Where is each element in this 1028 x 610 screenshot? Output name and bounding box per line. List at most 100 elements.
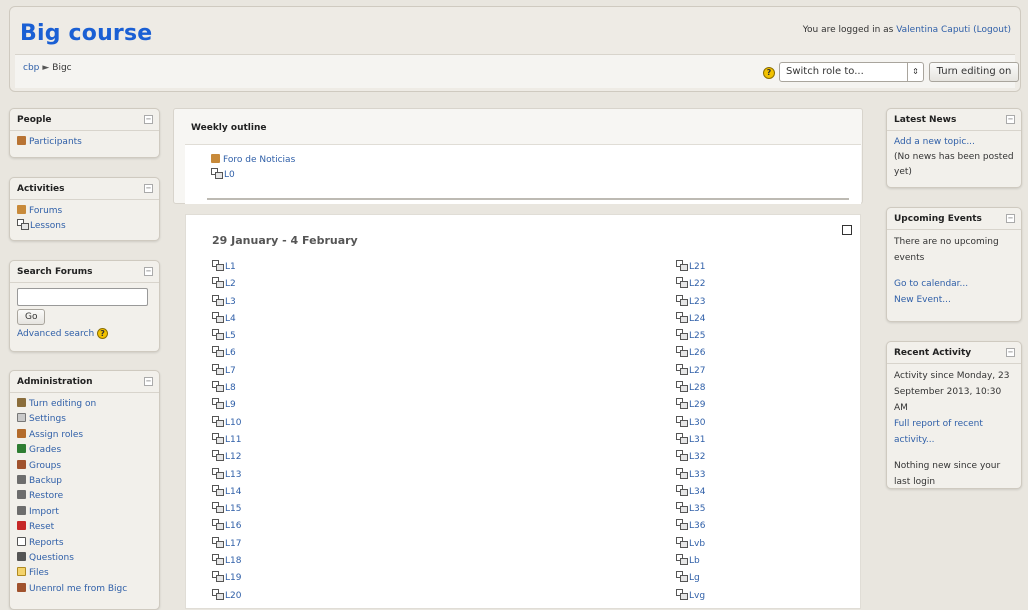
admin-item-reset[interactable]: Reset — [17, 520, 152, 535]
collapse-icon[interactable]: − — [144, 184, 153, 193]
lesson-label: L30 — [689, 417, 706, 428]
lesson-link[interactable]: L21 — [676, 259, 705, 276]
admin-item-turn-editing-on[interactable]: Turn editing on — [17, 397, 152, 412]
lesson-label: L20 — [225, 590, 242, 601]
lesson-link[interactable]: L6 — [212, 345, 241, 362]
lesson-link[interactable]: L36 — [676, 518, 705, 535]
lesson-link[interactable]: L9 — [212, 397, 241, 414]
lesson-link[interactable]: Lb — [676, 553, 705, 570]
lessons-link[interactable]: Lessons — [17, 219, 152, 234]
lesson-link[interactable]: L26 — [676, 345, 705, 362]
participants-link[interactable]: Participants — [17, 135, 152, 150]
lesson-link[interactable]: L19 — [212, 570, 241, 587]
breadcrumb: cbp ► Bigc — [23, 63, 72, 73]
lesson-link-l0[interactable]: L0 — [211, 168, 295, 183]
lesson-link[interactable]: Lvb — [676, 536, 705, 553]
lesson-link[interactable]: L11 — [212, 432, 241, 449]
advanced-search-link[interactable]: Advanced search — [17, 329, 94, 339]
lesson-link[interactable]: L20 — [212, 588, 241, 605]
lesson-link[interactable]: L29 — [676, 397, 705, 414]
lesson-link[interactable]: L4 — [212, 311, 241, 328]
admin-item-groups[interactable]: Groups — [17, 459, 152, 474]
lesson-link[interactable]: L5 — [212, 328, 241, 345]
lesson-icon — [212, 311, 224, 323]
lesson-link[interactable]: Lg — [676, 570, 705, 587]
lesson-label: L21 — [689, 262, 706, 272]
lesson-icon — [676, 588, 688, 600]
admin-item-restore[interactable]: Restore — [17, 489, 152, 504]
lesson-icon — [676, 277, 688, 289]
lesson-link[interactable]: L28 — [676, 380, 705, 397]
admin-item-files[interactable]: Files — [17, 566, 152, 581]
lesson-link[interactable]: L10 — [212, 415, 241, 432]
lesson-link[interactable]: L15 — [212, 501, 241, 518]
lesson-link[interactable]: L8 — [212, 380, 241, 397]
lesson-link[interactable]: L35 — [676, 501, 705, 518]
page-header: Big course You are logged in as Valentin… — [9, 6, 1021, 92]
go-button[interactable]: Go — [17, 309, 46, 325]
admin-item-reports[interactable]: Reports — [17, 536, 152, 551]
lesson-link[interactable]: L13 — [212, 467, 241, 484]
admin-item-backup[interactable]: Backup — [17, 474, 152, 489]
admin-item-label: Restore — [29, 491, 64, 502]
collapse-icon[interactable]: − — [144, 267, 153, 276]
lesson-link[interactable]: L12 — [212, 449, 241, 466]
admin-item-unenrol[interactable]: Unenrol me from Bigc — [17, 582, 152, 597]
help-icon[interactable]: ? — [97, 328, 109, 339]
add-new-topic-link[interactable]: Add a new topic... — [894, 135, 1014, 150]
search-forums-input[interactable] — [17, 288, 148, 306]
full-report-link[interactable]: Full report of recent activity... — [894, 416, 1014, 448]
admin-item-settings[interactable]: Settings — [17, 412, 152, 427]
collapse-icon[interactable]: − — [1006, 214, 1015, 223]
logout-link[interactable]: (Logout) — [973, 25, 1011, 35]
search-forums-header: Search Forums − — [10, 261, 159, 283]
turn-editing-on-button[interactable]: Turn editing on — [929, 62, 1019, 82]
grades-icon — [17, 444, 26, 454]
lesson-link[interactable]: L2 — [212, 276, 241, 293]
lesson-link[interactable]: L32 — [676, 449, 705, 466]
lesson-link[interactable]: L31 — [676, 432, 705, 449]
lesson-link[interactable]: L14 — [212, 484, 241, 501]
collapse-icon[interactable]: − — [1006, 115, 1015, 124]
lesson-icon — [676, 329, 688, 341]
lesson-icon — [676, 536, 688, 548]
collapse-icon[interactable]: − — [1006, 348, 1015, 357]
lesson-link[interactable]: L24 — [676, 311, 705, 328]
show-only-week-icon[interactable] — [842, 225, 852, 235]
lesson-link[interactable]: L16 — [212, 518, 241, 535]
lesson-label: L23 — [689, 296, 706, 307]
collapse-icon[interactable]: − — [144, 115, 153, 124]
lesson-label: L31 — [689, 434, 706, 445]
admin-item-assign-roles[interactable]: Assign roles — [17, 428, 152, 443]
lesson-link[interactable]: L30 — [676, 415, 705, 432]
lesson-link[interactable]: L22 — [676, 276, 705, 293]
lesson-link[interactable]: Lvg — [676, 588, 705, 605]
admin-item-grades[interactable]: Grades — [17, 443, 152, 458]
collapse-icon[interactable]: − — [144, 377, 153, 386]
lesson-link[interactable]: L3 — [212, 294, 241, 311]
news-forum-link[interactable]: Foro de Noticias — [211, 153, 295, 168]
lesson-icon — [212, 502, 224, 514]
lesson-link[interactable]: L1 — [212, 259, 241, 276]
new-event-link[interactable]: New Event... — [894, 292, 1014, 308]
admin-item-questions[interactable]: Questions — [17, 551, 152, 566]
switch-role-select[interactable]: Switch role to... ⇕ — [779, 62, 924, 82]
lesson-icon — [212, 277, 224, 289]
breadcrumb-item-cbp[interactable]: cbp — [23, 63, 39, 73]
lesson-icon — [212, 519, 224, 531]
lesson-link[interactable]: L17 — [212, 536, 241, 553]
lesson-link[interactable]: L25 — [676, 328, 705, 345]
lesson-link[interactable]: L27 — [676, 363, 705, 380]
lesson-label: L34 — [689, 486, 706, 497]
lesson-link[interactable]: L7 — [212, 363, 241, 380]
lesson-label: L0 — [224, 170, 235, 180]
admin-item-import[interactable]: Import — [17, 505, 152, 520]
go-to-calendar-link[interactable]: Go to calendar... — [894, 276, 1014, 292]
help-icon[interactable]: ? — [763, 67, 775, 79]
lesson-link[interactable]: L33 — [676, 467, 705, 484]
user-name-link[interactable]: Valentina Caputi — [896, 25, 970, 35]
lesson-link[interactable]: L18 — [212, 553, 241, 570]
lesson-link[interactable]: L23 — [676, 294, 705, 311]
forums-link[interactable]: Forums — [17, 204, 152, 219]
lesson-link[interactable]: L34 — [676, 484, 705, 501]
